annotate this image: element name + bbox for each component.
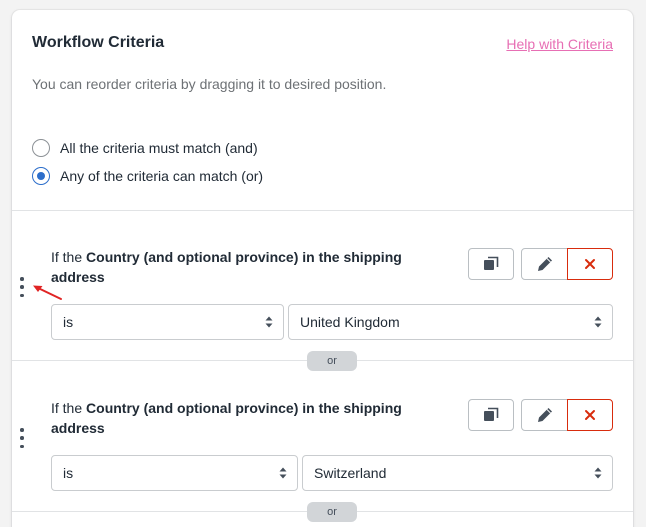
operator-select[interactable]: is xyxy=(51,455,298,491)
edit-criterion-button[interactable] xyxy=(521,248,568,280)
duplicate-criterion-button[interactable] xyxy=(468,248,514,280)
country-value: United Kingdom xyxy=(300,314,400,330)
close-icon xyxy=(585,259,595,269)
drag-handle-icon[interactable] xyxy=(17,428,27,448)
duplicate-icon xyxy=(484,256,499,270)
criterion-subject: Country (and optional province) in the s… xyxy=(51,249,402,285)
duplicate-icon xyxy=(484,407,499,421)
or-connector-badge[interactable]: or xyxy=(307,502,357,522)
criterion-prefix: If the xyxy=(51,400,83,416)
remove-criterion-button[interactable] xyxy=(567,399,613,431)
criterion-prefix: If the xyxy=(51,249,83,265)
duplicate-criterion-button[interactable] xyxy=(468,399,514,431)
workflow-criteria-card: Workflow Criteria Help with Criteria You… xyxy=(12,10,633,527)
select-chevron-icon xyxy=(594,467,602,479)
country-select[interactable]: United Kingdom xyxy=(288,304,613,340)
radio-button-checked[interactable] xyxy=(32,167,50,185)
criterion-description: If the Country (and optional province) i… xyxy=(51,398,441,438)
edit-criterion-button[interactable] xyxy=(521,399,568,431)
operator-value: is xyxy=(63,314,74,330)
country-value: Switzerland xyxy=(314,465,387,481)
pencil-icon xyxy=(537,257,552,271)
pencil-icon xyxy=(537,408,552,422)
country-select[interactable]: Switzerland xyxy=(302,455,613,491)
select-chevron-icon xyxy=(279,467,287,479)
close-icon xyxy=(585,410,595,420)
remove-criterion-button[interactable] xyxy=(567,248,613,280)
help-with-criteria-link[interactable]: Help with Criteria xyxy=(506,36,613,52)
reorder-hint: You can reorder criteria by dragging it … xyxy=(32,76,387,92)
red-arrow-annotation xyxy=(33,285,62,300)
criterion-row: If the Country (and optional province) i… xyxy=(12,362,633,513)
match-any-radio-option[interactable]: Any of the criteria can match (or) xyxy=(32,166,263,186)
select-chevron-icon xyxy=(594,316,602,328)
criterion-row: If the Country (and optional province) i… xyxy=(12,211,633,362)
criterion-subject: Country (and optional province) in the s… xyxy=(51,400,402,436)
card-header: Workflow Criteria Help with Criteria xyxy=(32,34,613,54)
drag-handle-icon[interactable] xyxy=(17,277,27,297)
match-any-label: Any of the criteria can match (or) xyxy=(60,168,264,184)
criterion-description: If the Country (and optional province) i… xyxy=(51,247,441,287)
operator-value: is xyxy=(63,465,74,481)
radio-button-unchecked[interactable] xyxy=(32,139,50,157)
card-title: Workflow Criteria xyxy=(32,34,165,51)
match-all-label: All the criteria must match (and) xyxy=(60,140,258,156)
select-chevron-icon xyxy=(265,316,273,328)
operator-select[interactable]: is xyxy=(51,304,284,340)
match-all-radio-option[interactable]: All the criteria must match (and) xyxy=(32,138,258,158)
